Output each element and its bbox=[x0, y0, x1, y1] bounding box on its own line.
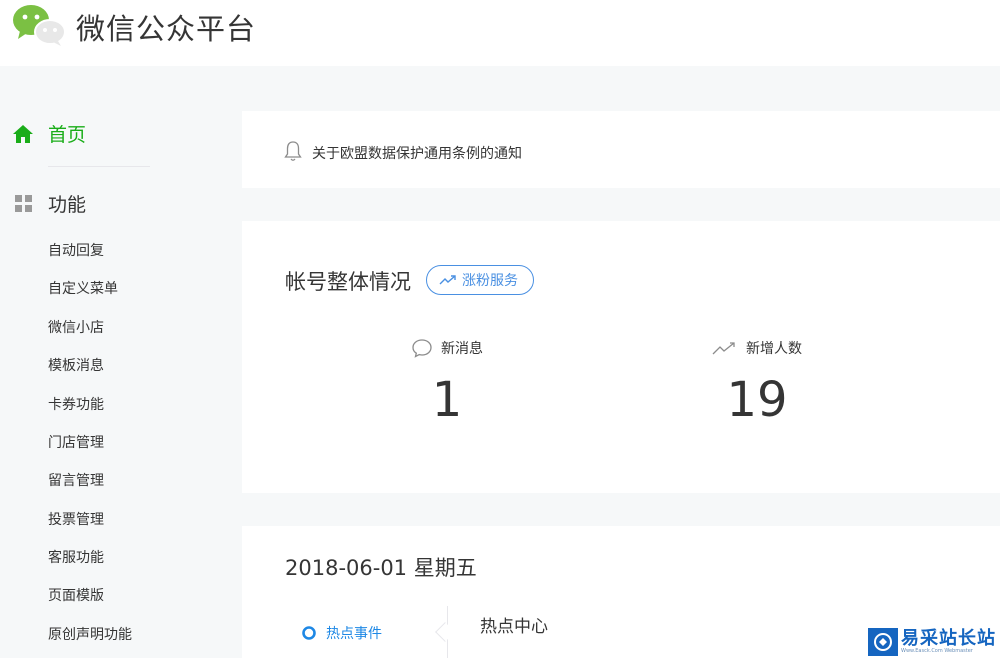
trend-up-icon bbox=[439, 275, 456, 285]
sidebar-item-home[interactable]: 首页 bbox=[12, 120, 86, 147]
tab-hot-events[interactable]: 热点事件 bbox=[302, 623, 382, 643]
account-overview-card: 帐号整体情况 涨粉服务 新消息 1 新增人数 19 bbox=[242, 221, 1000, 493]
grow-fans-label: 涨粉服务 bbox=[462, 273, 518, 289]
notice-card: 关于欧盟数据保护通用条例的通知 bbox=[242, 111, 1000, 188]
stat-label: 新增人数 bbox=[746, 341, 802, 357]
platform-title[interactable]: 微信公众平台 bbox=[76, 6, 256, 48]
chat-bubble-icon bbox=[412, 339, 432, 358]
panel-pointer-arrow bbox=[435, 622, 455, 642]
bell-icon bbox=[284, 141, 302, 161]
sidebar-item-custom-menu[interactable]: 自定义菜单 bbox=[48, 278, 118, 298]
sidebar-item-template-message[interactable]: 模板消息 bbox=[48, 355, 104, 375]
notice-link[interactable]: 关于欧盟数据保护通用条例的通知 bbox=[312, 143, 522, 163]
sidebar-item-comment-management[interactable]: 留言管理 bbox=[48, 470, 104, 490]
sidebar-section-label: 功能 bbox=[48, 194, 87, 216]
hot-center-title: 热点中心 bbox=[480, 617, 548, 637]
wechat-logo-icon[interactable] bbox=[10, 2, 68, 46]
top-bar: 微信公众平台 bbox=[0, 0, 1000, 66]
watermark-logo-icon bbox=[868, 628, 898, 656]
sidebar-item-auto-reply[interactable]: 自动回复 bbox=[48, 240, 104, 260]
sidebar-item-label: 首页 bbox=[48, 124, 87, 146]
watermark-subtext: Www.Easck.Com Webmaster bbox=[901, 648, 973, 654]
grid-icon bbox=[15, 194, 32, 212]
stat-value: 19 bbox=[726, 372, 788, 428]
sidebar-nav: 首页 功能 自动回复 自定义菜单 微信小店 模板消息 卡券功能 门店管理 留言管… bbox=[0, 66, 240, 658]
stat-label: 新消息 bbox=[441, 341, 483, 357]
home-icon bbox=[13, 124, 33, 143]
date-heading: 2018-06-01 星期五 bbox=[285, 556, 477, 580]
sidebar-item-vote-management[interactable]: 投票管理 bbox=[48, 509, 104, 529]
tab-label: 热点事件 bbox=[326, 626, 382, 642]
grow-fans-button[interactable]: 涨粉服务 bbox=[426, 265, 534, 295]
radio-selected-icon bbox=[302, 626, 316, 640]
trend-line-icon bbox=[712, 342, 735, 355]
sidebar-section-function: 功能 bbox=[14, 190, 86, 217]
sidebar-item-customer-service[interactable]: 客服功能 bbox=[48, 547, 104, 567]
section-title: 帐号整体情况 bbox=[285, 270, 411, 294]
sidebar-divider bbox=[48, 166, 150, 167]
sidebar-item-coupons[interactable]: 卡券功能 bbox=[48, 394, 104, 414]
watermark-text: 易采站长站 bbox=[901, 628, 996, 649]
sidebar-item-wechat-store[interactable]: 微信小店 bbox=[48, 317, 104, 337]
sidebar-item-store-management[interactable]: 门店管理 bbox=[48, 432, 104, 452]
stat-value: 1 bbox=[431, 372, 463, 428]
stat-new-followers[interactable]: 新增人数 19 bbox=[697, 338, 817, 428]
site-watermark: 易采站长站 Www.Easck.Com Webmaster bbox=[866, 626, 1000, 658]
sidebar-item-page-template[interactable]: 页面模版 bbox=[48, 585, 104, 605]
sidebar-item-original-declaration[interactable]: 原创声明功能 bbox=[48, 624, 132, 644]
stat-new-messages[interactable]: 新消息 1 bbox=[392, 338, 502, 428]
